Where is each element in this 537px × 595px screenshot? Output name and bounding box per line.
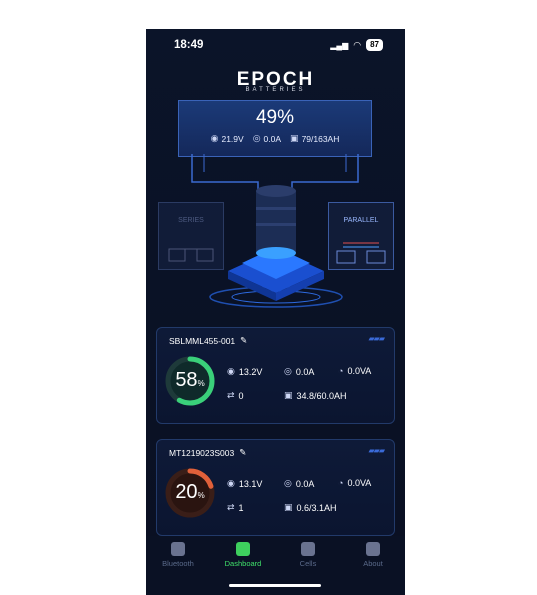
total-capacity: 79/163AH: [301, 133, 340, 144]
battery-voltage: 13.1V: [238, 478, 263, 489]
edit-icon[interactable]: ✎: [240, 335, 247, 346]
voltage-icon: ◉: [227, 366, 235, 376]
battery-name: MT1219023S003: [169, 447, 235, 458]
soc-ring: 58%: [164, 355, 216, 407]
battery-power: 0.0VA: [347, 478, 372, 488]
nav-cells[interactable]: Cells: [278, 542, 338, 568]
nav-dashboard[interactable]: Dashboard: [213, 542, 273, 568]
battery-cycles: 0: [238, 390, 244, 401]
capacity-icon: ▣: [284, 390, 293, 400]
nav-label: Dashboard: [224, 559, 262, 568]
battery-power: 0.0VA: [347, 366, 372, 376]
summary-panel: 49% ◉ 21.9V ◎ 0.0A ▣ 79/163AH: [178, 100, 372, 157]
soc-ring: 20%: [164, 467, 216, 519]
current-icon: ◎: [252, 133, 261, 143]
nav-about[interactable]: About: [343, 542, 403, 568]
about-icon: [366, 542, 380, 556]
capacity-icon: ▣: [290, 133, 299, 143]
nav-label: About: [363, 559, 383, 568]
bottom-nav: Bluetooth Dashboard Cells About: [146, 536, 405, 595]
decor-stripes-icon: ▰▰▰: [368, 334, 386, 343]
soc-percent: 20: [175, 481, 198, 503]
current-icon: ◎: [284, 366, 292, 376]
power-icon: ◔: [338, 478, 344, 488]
nav-label: Cells: [299, 559, 317, 568]
status-bar: 18:49 ▂▄▆ ◠ 87: [146, 29, 405, 59]
battery-stack-graphic: [209, 185, 343, 308]
current-icon: ◎: [284, 478, 292, 488]
battery-capacity: 34.8/60.0AH: [296, 390, 347, 401]
dashboard-icon: [236, 542, 250, 556]
battery-card-2[interactable]: MT1219023S003 ✎ ▰▰▰ 20% ◉ 13.1V ◎ 0.0A ◔ 0.0…: [156, 439, 395, 536]
edit-icon[interactable]: ✎: [239, 447, 246, 458]
battery-cycles: 1: [238, 502, 244, 513]
signal-icon: ▂▄▆: [330, 40, 349, 50]
battery-capacity: 0.6/3.1AH: [296, 502, 337, 513]
cycle-icon: ⇄: [227, 390, 235, 400]
soc-percent-unit: %: [197, 379, 205, 388]
total-current: 0.0A: [263, 133, 282, 144]
voltage-icon: ◉: [227, 478, 235, 488]
wifi-icon: ◠: [353, 39, 362, 50]
battery-current: 0.0A: [295, 478, 315, 489]
soc-percent-unit: %: [197, 491, 205, 500]
battery-icon: 87: [366, 39, 383, 51]
battery-card-1[interactable]: SBLMML455-001 ✎ ▰▰▰ 58% ◉ 13.2V ◎ 0.0A ◔ 0.0…: [156, 327, 395, 424]
nav-label: Bluetooth: [162, 559, 194, 568]
total-percent: 49%: [255, 107, 295, 128]
home-indicator[interactable]: [229, 584, 321, 587]
cells-icon: [301, 542, 315, 556]
soc-percent: 58: [175, 369, 198, 391]
bluetooth-icon: [171, 542, 185, 556]
decor-stripes-icon: ▰▰▰: [368, 446, 386, 455]
battery-current: 0.0A: [295, 366, 315, 377]
cycle-icon: ⇄: [227, 502, 235, 512]
nav-bluetooth[interactable]: Bluetooth: [148, 542, 208, 568]
status-icons: ▂▄▆ ◠ 87: [330, 39, 383, 51]
battery-name: SBLMML455-001: [169, 335, 236, 346]
battery-voltage: 13.2V: [238, 366, 263, 377]
voltage-icon: ◉: [210, 133, 219, 143]
status-time: 18:49: [174, 39, 204, 51]
capacity-icon: ▣: [284, 502, 293, 512]
phone-screen: 18:49 ▂▄▆ ◠ 87 EPOCH BATTERIES 49% ◉ 21.9…: [146, 29, 405, 595]
brand-sub: BATTERIES: [245, 87, 306, 93]
power-icon: ◔: [338, 366, 344, 376]
total-voltage: 21.9V: [221, 133, 244, 144]
